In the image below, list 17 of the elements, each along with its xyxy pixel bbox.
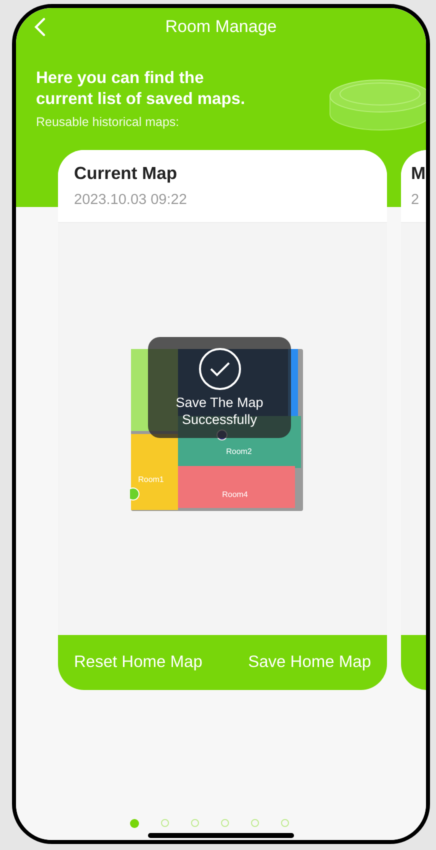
checkmark-icon <box>198 347 242 391</box>
map-title: Current Map <box>74 163 178 184</box>
page-dot[interactable] <box>250 819 258 827</box>
map-date: 2023.10.03 09:22 <box>74 192 188 208</box>
page-dot[interactable] <box>160 819 168 827</box>
page-dot[interactable] <box>220 819 228 827</box>
map-date: 2 <box>411 192 420 208</box>
map-title: M <box>411 163 426 184</box>
page-title: Room Manage <box>164 17 278 37</box>
intro-subheading: Reusable historical maps: <box>36 115 180 129</box>
map-card[interactable]: M 2 <box>401 150 426 690</box>
back-icon[interactable] <box>34 17 46 37</box>
page-dot[interactable] <box>130 819 138 828</box>
page-dot[interactable] <box>190 819 198 827</box>
page-dot[interactable] <box>280 819 288 827</box>
intro-heading: Here you can find the current list of saved maps. <box>36 68 246 110</box>
toast-message: Save The Map Successfully <box>174 394 264 428</box>
